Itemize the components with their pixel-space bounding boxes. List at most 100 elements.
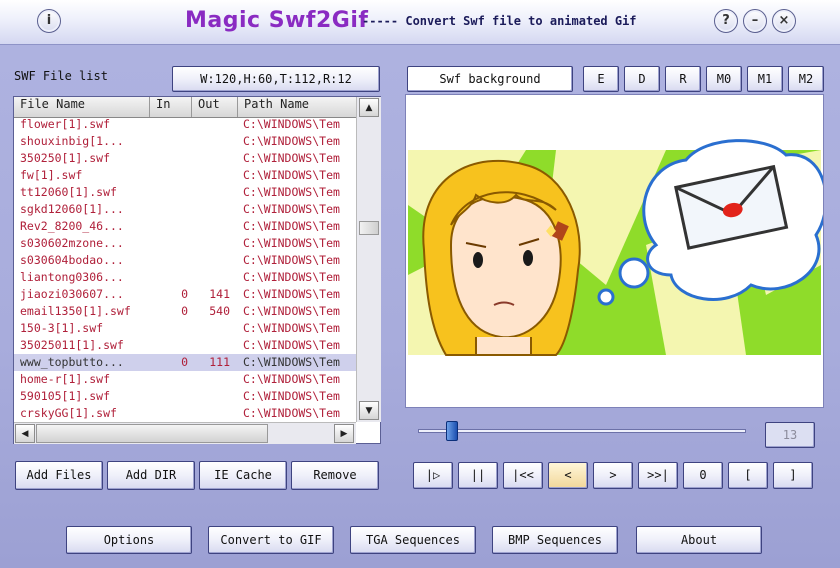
- path-cell: C:\WINDOWS\Tem: [243, 168, 340, 182]
- path-cell: C:\WINDOWS\Tem: [243, 202, 340, 216]
- path-cell: C:\WINDOWS\Tem: [243, 151, 340, 165]
- file-name-cell: 590105[1].swf: [20, 389, 111, 403]
- add-files-button[interactable]: Add Files: [15, 461, 103, 490]
- title-bar: i Magic Swf2Gif ----- Convert Swf file t…: [0, 0, 840, 45]
- table-row[interactable]: 150-3[1].swf C:\WINDOWS\Tem: [14, 320, 356, 337]
- file-name-cell: s030602mzone...: [20, 236, 124, 250]
- table-row[interactable]: flower[1].swf C:\WINDOWS\Tem: [14, 117, 356, 133]
- file-name-cell: flower[1].swf: [20, 117, 111, 131]
- convert-to-gif-button[interactable]: Convert to GIF: [208, 526, 334, 554]
- mode-d-button[interactable]: D: [624, 66, 660, 92]
- table-row[interactable]: fw[1].swf C:\WINDOWS\Tem: [14, 167, 356, 184]
- path-cell: C:\WINDOWS\Tem: [243, 134, 340, 148]
- table-row[interactable]: crskyGG[1].swf C:\WINDOWS\Tem: [14, 405, 356, 422]
- table-row[interactable]: sgkd12060[1]... C:\WINDOWS\Tem: [14, 201, 356, 218]
- in-cell: 0: [181, 287, 188, 301]
- mark-in-button[interactable]: [: [728, 462, 768, 489]
- file-name-cell: sgkd12060[1]...: [20, 202, 124, 216]
- path-cell: C:\WINDOWS\Tem: [243, 117, 340, 131]
- mode-m2-button[interactable]: M2: [788, 66, 824, 92]
- path-cell: C:\WINDOWS\Tem: [243, 338, 340, 352]
- path-cell: C:\WINDOWS\Tem: [243, 253, 340, 267]
- column-path-name[interactable]: Path Name: [238, 97, 356, 117]
- file-name-cell: s030604bodao...: [20, 253, 124, 267]
- file-list-header: File Name In Out Path Name: [14, 97, 356, 118]
- next-frame-button[interactable]: >: [593, 462, 633, 489]
- path-cell: C:\WINDOWS\Tem: [243, 355, 340, 369]
- path-cell: C:\WINDOWS\Tem: [243, 185, 340, 199]
- swf-info-button[interactable]: W:120,H:60,T:112,R:12: [172, 66, 380, 92]
- table-row[interactable]: email1350[1].swf 0 540 C:\WINDOWS\Tem: [14, 303, 356, 320]
- ie-cache-button[interactable]: IE Cache: [199, 461, 287, 490]
- app-subtitle: ----- Convert Swf file to animated Gif: [362, 14, 637, 28]
- mode-m1-button[interactable]: M1: [747, 66, 783, 92]
- minimize-button[interactable]: –: [743, 9, 767, 33]
- play-button[interactable]: |▷: [413, 462, 453, 489]
- column-file-name[interactable]: File Name: [14, 97, 150, 117]
- swf-background-button[interactable]: Swf background: [407, 66, 573, 92]
- mode-m0-button[interactable]: M0: [706, 66, 742, 92]
- path-cell: C:\WINDOWS\Tem: [243, 219, 340, 233]
- vertical-scroll-thumb[interactable]: [359, 221, 379, 235]
- bmp-sequences-button[interactable]: BMP Sequences: [492, 526, 618, 554]
- options-button[interactable]: Options: [66, 526, 192, 554]
- pause-button[interactable]: ||: [458, 462, 498, 489]
- table-row[interactable]: s030604bodao... C:\WINDOWS\Tem: [14, 252, 356, 269]
- table-row[interactable]: Rev2_8200_46... C:\WINDOWS\Tem: [14, 218, 356, 235]
- mode-e-button[interactable]: E: [583, 66, 619, 92]
- info-button[interactable]: i: [37, 9, 61, 33]
- tga-sequences-button[interactable]: TGA Sequences: [350, 526, 476, 554]
- slider-thumb[interactable]: [446, 421, 458, 441]
- table-row[interactable]: shouxinbig[1... C:\WINDOWS\Tem: [14, 133, 356, 150]
- path-cell: C:\WINDOWS\Tem: [243, 321, 340, 335]
- table-row[interactable]: 590105[1].swf C:\WINDOWS\Tem: [14, 388, 356, 405]
- table-row[interactable]: liantong0306... C:\WINDOWS\Tem: [14, 269, 356, 286]
- frame-slider[interactable]: [418, 421, 746, 441]
- table-row[interactable]: 350250[1].swf C:\WINDOWS\Tem: [14, 150, 356, 167]
- file-name-cell: www_topbutto...: [20, 355, 124, 369]
- horizontal-scrollbar[interactable]: ◀ ▶: [14, 422, 356, 444]
- in-cell: 0: [181, 304, 188, 318]
- swf-preview: [405, 94, 824, 408]
- remove-button[interactable]: Remove: [291, 461, 379, 490]
- scroll-down-icon[interactable]: ▼: [359, 401, 379, 420]
- frame-number-field[interactable]: 13: [765, 422, 815, 448]
- column-out[interactable]: Out: [192, 97, 238, 117]
- last-frame-button[interactable]: >>|: [638, 462, 678, 489]
- table-row[interactable]: tt12060[1].swf C:\WINDOWS\Tem: [14, 184, 356, 201]
- first-frame-button[interactable]: |<<: [503, 462, 543, 489]
- mark-out-button[interactable]: ]: [773, 462, 813, 489]
- add-dir-button[interactable]: Add DIR: [107, 461, 195, 490]
- file-name-cell: email1350[1].swf: [20, 304, 131, 318]
- vertical-scrollbar[interactable]: ▲ ▼: [356, 97, 381, 422]
- help-button[interactable]: ?: [714, 9, 738, 33]
- out-cell: 111: [209, 355, 230, 369]
- app-title: Magic Swf2Gif: [185, 8, 369, 33]
- scroll-left-icon[interactable]: ◀: [15, 424, 35, 443]
- scroll-up-icon[interactable]: ▲: [359, 98, 379, 117]
- path-cell: C:\WINDOWS\Tem: [243, 287, 340, 301]
- close-button[interactable]: ×: [772, 9, 796, 33]
- table-row[interactable]: 35025011[1].swf C:\WINDOWS\Tem: [14, 337, 356, 354]
- mode-r-button[interactable]: R: [665, 66, 701, 92]
- file-name-cell: liantong0306...: [20, 270, 124, 284]
- file-name-cell: 150-3[1].swf: [20, 321, 104, 335]
- prev-frame-button[interactable]: <: [548, 462, 588, 489]
- out-cell: 141: [209, 287, 230, 301]
- file-list[interactable]: File Name In Out Path Name flower[1].swf…: [13, 96, 381, 444]
- about-button[interactable]: About: [636, 526, 762, 554]
- horizontal-scroll-thumb[interactable]: [36, 424, 268, 443]
- swf-preview-image: [406, 95, 823, 407]
- zero-button[interactable]: 0: [683, 462, 723, 489]
- scroll-right-icon[interactable]: ▶: [334, 424, 354, 443]
- path-cell: C:\WINDOWS\Tem: [243, 406, 340, 420]
- column-in[interactable]: In: [150, 97, 192, 117]
- table-row[interactable]: s030602mzone... C:\WINDOWS\Tem: [14, 235, 356, 252]
- file-name-cell: Rev2_8200_46...: [20, 219, 124, 233]
- table-row[interactable]: www_topbutto... 0 111 C:\WINDOWS\Tem: [14, 354, 356, 371]
- table-row[interactable]: home-r[1].swf C:\WINDOWS\Tem: [14, 371, 356, 388]
- file-name-cell: shouxinbig[1...: [20, 134, 124, 148]
- table-row[interactable]: jiaozi030607... 0 141 C:\WINDOWS\Tem: [14, 286, 356, 303]
- file-name-cell: tt12060[1].swf: [20, 185, 117, 199]
- file-list-label: SWF File list: [14, 69, 108, 83]
